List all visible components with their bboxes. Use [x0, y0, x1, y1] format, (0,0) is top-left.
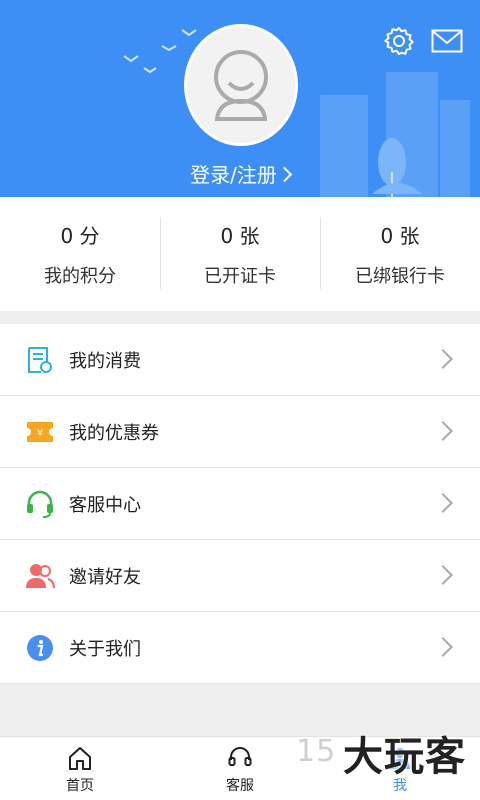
bank-cards-label: 已绑银行卡 [355, 266, 445, 287]
profile-header: 登录/注册 [0, 0, 480, 197]
section-divider [0, 311, 480, 324]
menu-item-label: 客服中心 [69, 494, 141, 516]
login-label: 登录/注册 [190, 163, 277, 187]
menu-item-coupons[interactable]: ¥ 我的优惠券 [0, 396, 480, 468]
watermark-digits: 15 [296, 734, 337, 769]
avatar[interactable] [184, 24, 298, 146]
default-avatar-icon [214, 50, 268, 121]
menu-list: 我的消费 ¥ 我的优惠券 客服中心 邀请好友 关于我们 [0, 324, 480, 684]
menu-item-invite-friends[interactable]: 邀请好友 [0, 540, 480, 612]
coupon-icon: ¥ [25, 417, 55, 447]
watermark-text: 大玩客 [343, 734, 466, 780]
settings-button[interactable] [382, 24, 416, 58]
tab-label: 客服 [226, 778, 254, 794]
issued-cards-stat[interactable]: 0 张 已开证卡 [160, 197, 320, 311]
menu-item-label: 我的消费 [69, 350, 141, 372]
chevron-right-icon [433, 637, 453, 657]
watermark: 15 大玩客 [296, 728, 466, 780]
points-stat[interactable]: 0 分 我的积分 [0, 197, 160, 311]
receipt-icon [25, 345, 55, 375]
mail-icon [431, 29, 463, 53]
points-label: 我的积分 [44, 266, 116, 287]
info-icon [25, 633, 55, 663]
menu-item-consumption[interactable]: 我的消费 [0, 324, 480, 396]
home-icon [69, 747, 91, 770]
invite-friends-icon [25, 561, 55, 591]
chevron-right-icon [433, 493, 453, 513]
bank-cards-value: 0 张 [380, 224, 420, 248]
menu-item-label: 我的优惠券 [69, 422, 159, 444]
tab-label: 首页 [66, 778, 94, 794]
menu-item-customer-service[interactable]: 客服中心 [0, 468, 480, 540]
menu-item-label: 关于我们 [69, 638, 141, 660]
headset-icon [228, 747, 252, 766]
issued-cards-value: 0 张 [220, 224, 260, 248]
stats-bar: 0 分 我的积分 0 张 已开证卡 0 张 已绑银行卡 [0, 197, 480, 311]
chevron-right-icon [433, 565, 453, 585]
menu-item-about-us[interactable]: 关于我们 [0, 612, 480, 684]
chevron-right-icon [276, 166, 293, 183]
gear-icon [384, 27, 414, 55]
chevron-right-icon [433, 421, 453, 441]
menu-item-label: 邀请好友 [69, 566, 141, 588]
chevron-right-icon [433, 349, 453, 369]
bank-cards-stat[interactable]: 0 张 已绑银行卡 [320, 197, 480, 311]
svg-text:¥: ¥ [37, 428, 43, 439]
points-value: 0 分 [60, 224, 100, 248]
login-register-link[interactable]: 登录/注册 [0, 159, 480, 188]
headset-icon [25, 489, 55, 519]
tab-home[interactable]: 首页 [0, 737, 160, 800]
issued-cards-label: 已开证卡 [204, 266, 276, 287]
messages-button[interactable] [430, 24, 464, 58]
